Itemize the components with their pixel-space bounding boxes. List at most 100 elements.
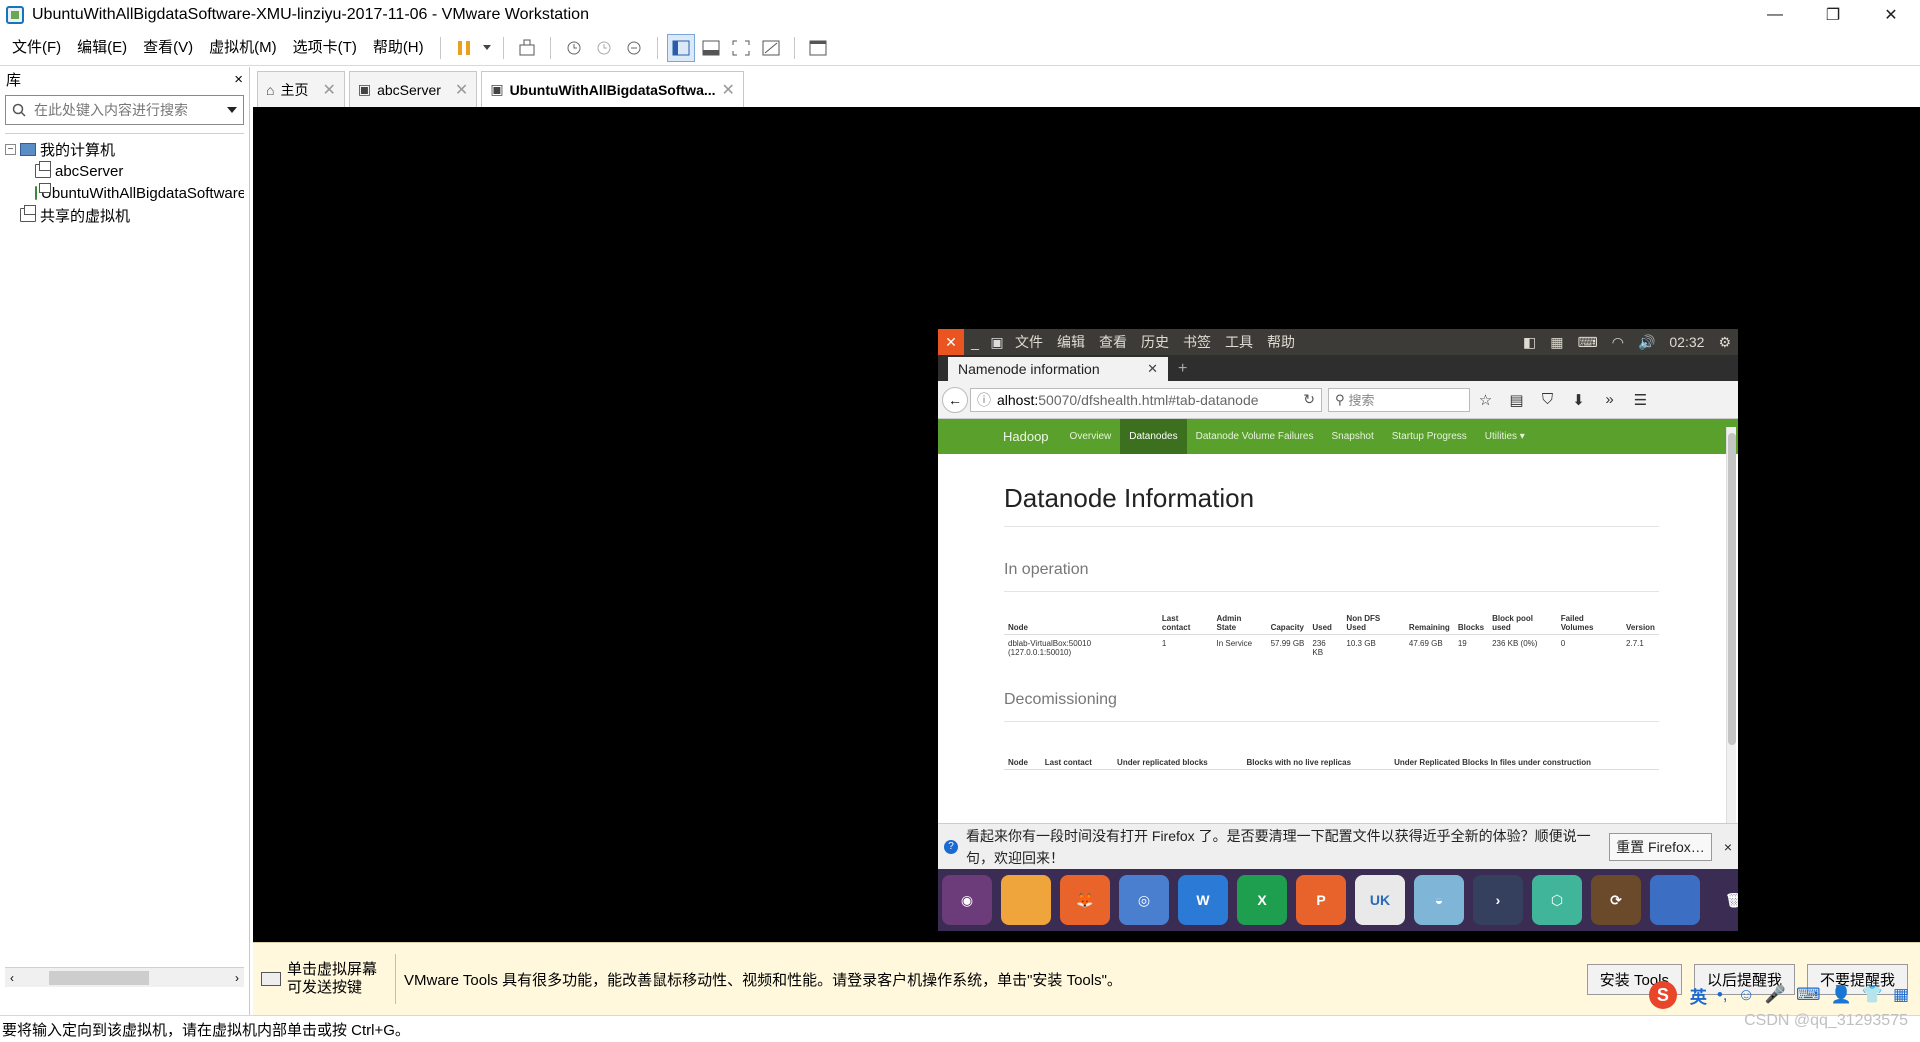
firefox-icon[interactable]: 🦊: [1060, 875, 1110, 925]
url-bar[interactable]: ⓘ alhost: 50070/dfshealth.html#tab-datano…: [970, 387, 1322, 412]
minimize-button[interactable]: —: [1746, 0, 1804, 30]
guest-maximize-button[interactable]: ▣: [986, 334, 1008, 351]
hadoop-brand[interactable]: Hadoop: [1003, 429, 1049, 444]
search-dropdown-icon[interactable]: [227, 106, 237, 114]
guest-menu-edit[interactable]: 编辑: [1050, 332, 1092, 352]
bookmark-star-icon[interactable]: ☆: [1470, 391, 1501, 409]
package-icon[interactable]: ⬡: [1532, 875, 1582, 925]
unity-icon[interactable]: [757, 34, 785, 62]
library-search-input[interactable]: 在此处键入内容进行搜索: [5, 95, 244, 125]
soft-keyboard-icon[interactable]: ⌨: [1796, 985, 1821, 1005]
user-icon[interactable]: 👤: [1831, 985, 1852, 1005]
vm-console[interactable]: ✕ _ ▣ 文件 编辑 查看 历史 书签 工具 帮助 ◧ ▦ ⌨ ◠ 🔊 02:…: [253, 107, 1920, 942]
workspace-icon[interactable]: [1650, 875, 1700, 925]
new-tab-icon[interactable]: +: [1178, 357, 1187, 381]
calendar-icon[interactable]: ▦: [1550, 334, 1563, 351]
reset-firefox-button[interactable]: 重置 Firefox…: [1609, 832, 1712, 861]
pause-dropdown-icon[interactable]: [480, 34, 494, 62]
settings-gear-icon[interactable]: ⚙: [1718, 334, 1731, 351]
skin-icon[interactable]: 👕: [1862, 985, 1883, 1005]
tree-item-ubuntu-vm[interactable]: UbuntuWithAllBigdataSoftware: [5, 182, 244, 204]
pause-icon[interactable]: [450, 34, 478, 62]
guest-menu-file[interactable]: 文件: [1008, 332, 1050, 352]
maximize-button[interactable]: ❐: [1804, 0, 1862, 30]
pocket-icon[interactable]: ⛉: [1532, 391, 1563, 408]
ime-language[interactable]: 英: [1690, 983, 1707, 1008]
clock[interactable]: 02:32: [1669, 334, 1704, 350]
snapshot-manager-icon[interactable]: [620, 34, 648, 62]
download-icon[interactable]: ⬇: [1563, 391, 1594, 409]
tab-ubuntu-vm[interactable]: ▣ UbuntuWithAllBigdataSoftwa... ✕: [481, 71, 744, 107]
scrollbar-thumb[interactable]: [49, 970, 149, 985]
menu-vm[interactable]: 虚拟机(M): [201, 34, 285, 62]
firefox-tab[interactable]: Namenode information ✕: [948, 357, 1168, 381]
wps-writer-icon[interactable]: W: [1178, 875, 1228, 925]
volume-icon[interactable]: 🔊: [1638, 334, 1655, 351]
scroll-right-icon[interactable]: ›: [230, 971, 244, 985]
firefox-tab-close-icon[interactable]: ✕: [1147, 361, 1158, 377]
tab-close-icon[interactable]: ✕: [455, 80, 468, 100]
tab-close-icon[interactable]: ✕: [322, 80, 335, 100]
library-close-icon[interactable]: ×: [234, 71, 243, 88]
tree-item-abcserver[interactable]: abcServer: [5, 160, 244, 182]
scroll-left-icon[interactable]: ‹: [5, 971, 19, 985]
microphone-icon[interactable]: 🎤: [1765, 985, 1786, 1005]
tree-item-shared-vms[interactable]: 共享的虚拟机: [5, 204, 244, 226]
tab-close-icon[interactable]: ✕: [722, 80, 735, 100]
keyboard-icon[interactable]: ⌨: [1578, 334, 1598, 351]
overflow-chevron-icon[interactable]: »: [1594, 391, 1625, 408]
terminal-icon[interactable]: ›: [1473, 875, 1523, 925]
tab-home[interactable]: ⌂ 主页 ✕: [257, 71, 345, 107]
info-icon[interactable]: ⓘ: [977, 390, 991, 410]
menu-help[interactable]: 帮助(H): [365, 34, 432, 62]
notification-close-icon[interactable]: ×: [1724, 839, 1732, 855]
snapshot-revert-icon[interactable]: [590, 34, 618, 62]
reading-list-icon[interactable]: ▤: [1501, 391, 1532, 409]
wifi-icon[interactable]: ◠: [1612, 334, 1624, 351]
guest-menu-view[interactable]: 查看: [1092, 332, 1134, 352]
hamburger-menu-icon[interactable]: ☰: [1625, 391, 1656, 409]
chromium-icon[interactable]: ◎: [1119, 875, 1169, 925]
back-arrow-icon[interactable]: ←: [942, 386, 968, 413]
thumbnail-bar-icon[interactable]: [697, 34, 725, 62]
menu-file[interactable]: 文件(F): [4, 34, 69, 62]
reload-icon[interactable]: ↻: [1303, 391, 1315, 408]
update-icon[interactable]: ⟳: [1591, 875, 1641, 925]
tab-strip: ⌂ 主页 ✕ ▣ abcServer ✕ ▣ UbuntuWithAllBigd…: [253, 67, 1920, 107]
wps-spreadsheet-icon[interactable]: X: [1237, 875, 1287, 925]
punctuation-icon[interactable]: •,: [1717, 985, 1728, 1005]
page-vertical-scrollbar[interactable]: [1726, 427, 1736, 823]
sogou-ime-icon[interactable]: S: [1648, 981, 1677, 1009]
disk-icon[interactable]: ◒: [1414, 875, 1464, 925]
trash-icon[interactable]: 🗑: [1709, 875, 1738, 925]
guest-menu-history[interactable]: 历史: [1134, 332, 1176, 352]
guest-menu-bookmarks[interactable]: 书签: [1176, 332, 1218, 352]
menu-edit[interactable]: 编辑(E): [69, 34, 135, 62]
guest-minimize-button[interactable]: _: [964, 334, 986, 350]
guest-menu-tools[interactable]: 工具: [1218, 332, 1260, 352]
firefox-search-input[interactable]: ⚲ 搜索: [1328, 387, 1470, 412]
library-horizontal-scrollbar[interactable]: ‹ ›: [5, 967, 244, 987]
guest-screen[interactable]: ✕ _ ▣ 文件 编辑 查看 历史 书签 工具 帮助 ◧ ▦ ⌨ ◠ 🔊 02:…: [938, 329, 1738, 931]
menu-view[interactable]: 查看(V): [135, 34, 201, 62]
console-view-icon[interactable]: [804, 34, 832, 62]
guest-close-button[interactable]: ✕: [938, 329, 964, 355]
tree-item-my-computer[interactable]: − 我的计算机: [5, 138, 244, 160]
fullscreen-icon[interactable]: [727, 34, 755, 62]
guest-menu-help[interactable]: 帮助: [1260, 332, 1302, 352]
collapse-icon[interactable]: −: [5, 143, 16, 155]
snapshot-take-icon[interactable]: [560, 34, 588, 62]
menu-tabs[interactable]: 选项卡(T): [285, 34, 365, 62]
toolbox-icon[interactable]: ▦: [1893, 985, 1909, 1005]
uk-software-icon[interactable]: UK: [1355, 875, 1405, 925]
files-icon[interactable]: [1001, 875, 1051, 925]
scrollbar-thumb[interactable]: [1728, 433, 1736, 745]
wps-presentation-icon[interactable]: P: [1296, 875, 1346, 925]
ubuntu-logo-icon[interactable]: ◉: [942, 875, 992, 925]
emoji-icon[interactable]: ☺: [1738, 985, 1755, 1005]
show-library-icon[interactable]: [666, 33, 695, 62]
tab-abcserver[interactable]: ▣ abcServer ✕: [348, 71, 478, 107]
send-ctrl-alt-del-icon[interactable]: [513, 34, 541, 62]
input-switch-icon[interactable]: ◧: [1523, 334, 1536, 351]
close-button[interactable]: ✕: [1862, 0, 1920, 30]
